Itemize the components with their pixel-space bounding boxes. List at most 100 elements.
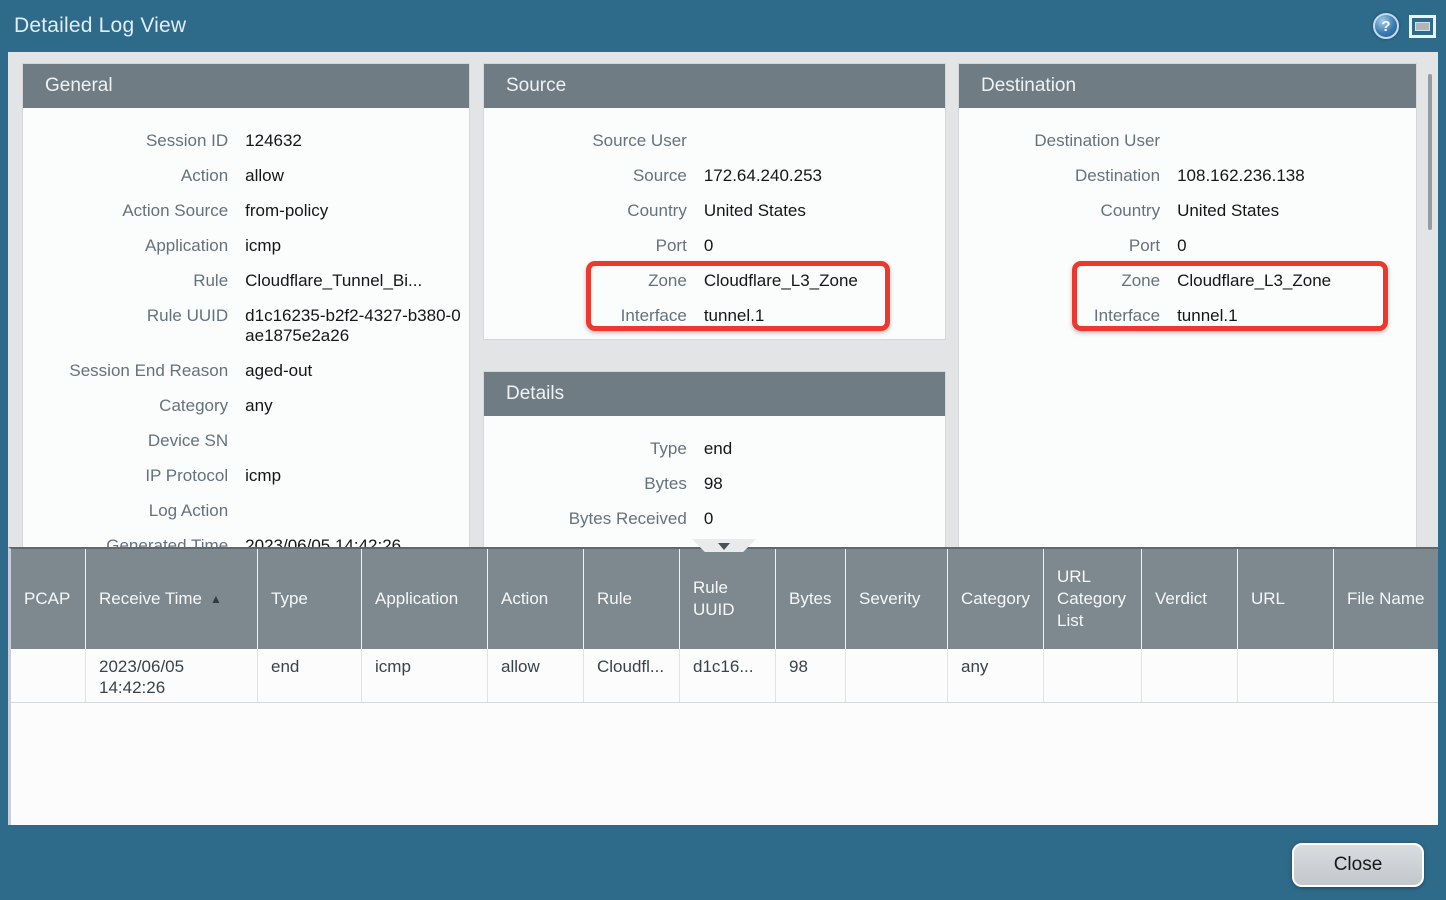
info-row-destination-user: Destination User [959, 124, 1416, 159]
maximize-window-icon[interactable] [1409, 15, 1436, 38]
field-value: icmp [245, 236, 469, 256]
info-row-generated-time: Generated Time 2023/06/05 14:42:26 [23, 529, 469, 547]
field-label: Country [959, 201, 1160, 221]
field-label: Port [484, 236, 687, 256]
field-value: icmp [245, 466, 469, 486]
field-label: Rule UUID [23, 306, 228, 346]
column-header-url-category-list[interactable]: URL Category List [1044, 549, 1142, 649]
field-label: IP Protocol [23, 466, 228, 486]
field-value: United States [704, 201, 945, 221]
column-header-bytes[interactable]: Bytes [776, 549, 846, 649]
info-row-application: Application icmp [23, 229, 469, 264]
table-cell-rule: Cloudfl... [584, 649, 680, 702]
field-label: Action [23, 166, 228, 186]
log-detail-pane: General Session ID124632 Actionallow Act… [8, 52, 1438, 547]
field-label: Source User [484, 131, 687, 151]
column-header-file-name[interactable]: File Name [1334, 549, 1438, 649]
field-label: Category [23, 396, 228, 416]
column-header-label: Severity [859, 588, 920, 610]
annotation-box-destination-zone [1072, 261, 1388, 331]
column-header-url[interactable]: URL [1238, 549, 1334, 649]
field-value: 108.162.236.138 [1177, 166, 1416, 186]
panel-details: Details Typeend Bytes98 Bytes Received0 [483, 371, 946, 547]
field-value: 124632 [245, 131, 469, 151]
window-titlebar: Detailed Log View ? [0, 0, 1446, 52]
column-header-type[interactable]: Type [258, 549, 362, 649]
field-label: Log Action [23, 501, 228, 521]
info-row-category: Category any [23, 389, 469, 424]
table-cell-url [1238, 649, 1334, 702]
panel-general: General Session ID124632 Actionallow Act… [22, 63, 470, 547]
field-value [245, 431, 469, 451]
table-cell-pcap [11, 649, 86, 702]
info-row-source-country: Country United States [484, 194, 945, 229]
field-value: allow [245, 166, 469, 186]
field-value: d1c16235-b2f2-4327-b380-0ae1875e2a26 [245, 306, 469, 346]
table-cell-bytes: 98 [776, 649, 846, 702]
info-row-ip-protocol: IP Protocol icmp [23, 459, 469, 494]
field-value: any [245, 396, 469, 416]
table-row[interactable]: 2023/06/05 14:42:26 end icmp allow Cloud… [11, 649, 1438, 703]
field-label: Bytes [484, 474, 687, 494]
field-label: Application [23, 236, 228, 256]
column-header-label: Receive Time [99, 588, 202, 610]
field-value: United States [1177, 201, 1416, 221]
field-label: Source [484, 166, 687, 186]
table-header-row: PCAP Receive Time▲ Type Application Acti… [11, 549, 1438, 649]
table-cell-category: any [948, 649, 1044, 702]
vertical-scrollbar-thumb[interactable] [1428, 74, 1432, 230]
field-value: 172.64.240.253 [704, 166, 945, 186]
column-header-label: URL [1251, 588, 1285, 610]
column-header-rule-uuid[interactable]: Rule UUID [680, 549, 776, 649]
field-label: Action Source [23, 201, 228, 221]
field-value: 2023/06/05 14:42:26 [245, 536, 469, 547]
table-cell-url-category-list [1044, 649, 1142, 702]
column-header-category[interactable]: Category [948, 549, 1044, 649]
field-label: Session End Reason [23, 361, 228, 381]
table-cell-file-name [1334, 649, 1438, 702]
table-cell-receive-time: 2023/06/05 14:42:26 [86, 649, 258, 702]
field-value: end [704, 439, 945, 459]
column-header-rule[interactable]: Rule [584, 549, 680, 649]
field-label: Type [484, 439, 687, 459]
field-value: 0 [704, 509, 945, 529]
info-row-destination-country: Country United States [959, 194, 1416, 229]
table-cell-action: allow [488, 649, 584, 702]
column-header-label: Verdict [1155, 588, 1207, 610]
field-label: Port [959, 236, 1160, 256]
column-header-label: URL Category List [1057, 566, 1135, 632]
column-header-label: Bytes [789, 588, 832, 610]
info-row-source-user: Source User [484, 124, 945, 159]
info-row-log-action: Log Action [23, 494, 469, 529]
info-row-rule-uuid: Rule UUID d1c16235-b2f2-4327-b380-0ae1875… [23, 299, 469, 354]
field-value: 0 [1177, 236, 1416, 256]
panel-general-body: Session ID 124632 Action allow Action Sour… [23, 108, 469, 547]
field-label: Country [484, 201, 687, 221]
table-cell-application: icmp [362, 649, 488, 702]
page-title: Detailed Log View [14, 14, 186, 38]
field-label: Session ID [23, 131, 228, 151]
info-row-session-end-reason: Session End Reasonaged-out [23, 354, 469, 389]
table-cell-rule-uuid: d1c16... [680, 649, 776, 702]
table-cell-severity [846, 649, 948, 702]
field-label: Destination [959, 166, 1160, 186]
table-cell-type: end [258, 649, 362, 702]
column-header-receive-time[interactable]: Receive Time▲ [86, 549, 258, 649]
column-header-action[interactable]: Action [488, 549, 584, 649]
close-button[interactable]: Close [1292, 843, 1424, 887]
field-label: Generated Time [23, 536, 228, 547]
annotation-box-source-zone [586, 261, 890, 331]
panel-source-header: Source [484, 64, 945, 108]
info-row-destination: Destination 108.162.236.138 [959, 159, 1416, 194]
help-icon[interactable]: ? [1373, 13, 1399, 39]
column-header-pcap[interactable]: PCAP [11, 549, 86, 649]
column-header-label: Rule [597, 588, 632, 610]
panel-details-body: Typeend Bytes98 Bytes Received0 [484, 416, 945, 537]
column-header-label: Category [961, 588, 1030, 610]
column-header-verdict[interactable]: Verdict [1142, 549, 1238, 649]
column-header-severity[interactable]: Severity [846, 549, 948, 649]
column-header-label: Action [501, 588, 548, 610]
info-row-action: Action allow [23, 159, 469, 194]
column-header-application[interactable]: Application [362, 549, 488, 649]
panel-details-header: Details [484, 372, 945, 416]
